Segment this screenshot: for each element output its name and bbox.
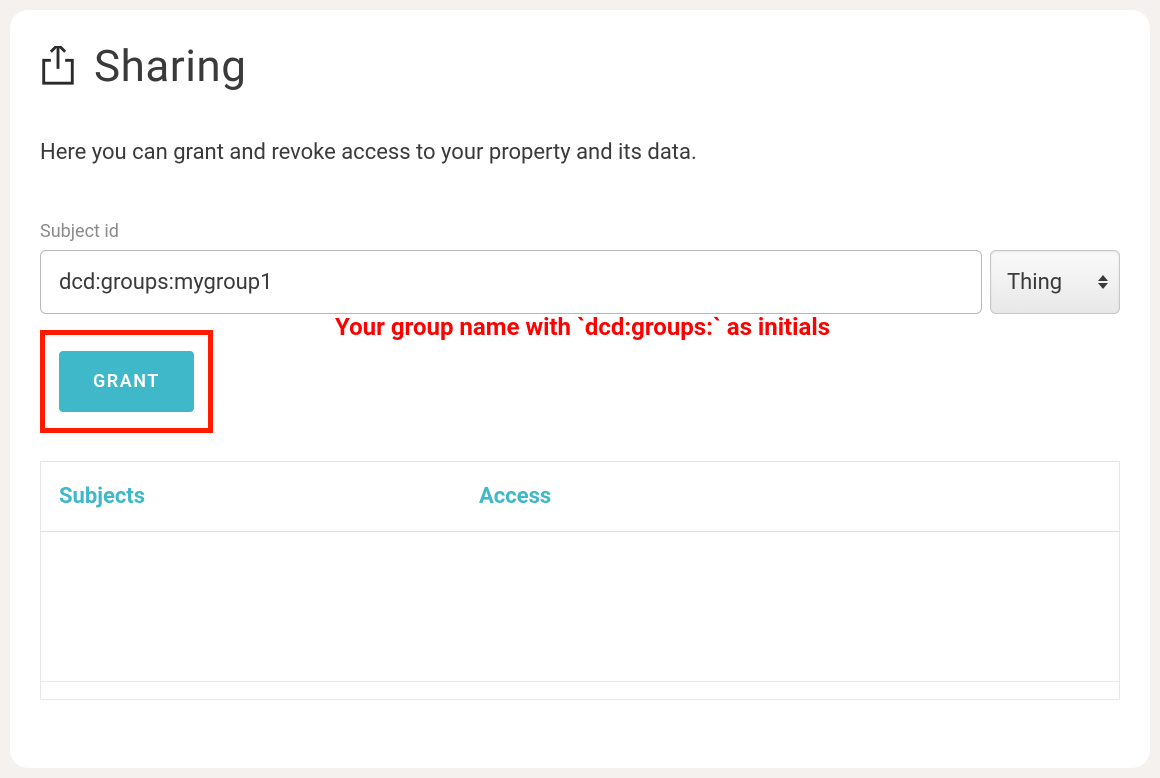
description-text: Here you can grant and revoke access to … <box>40 140 1120 165</box>
annotation-text: Your group name with `dcd:groups:` as in… <box>335 313 830 341</box>
page-title: Sharing <box>94 40 246 92</box>
table-body <box>41 532 1119 682</box>
column-header-access: Access <box>479 484 551 509</box>
sharing-card: Sharing Here you can grant and revoke ac… <box>10 10 1150 768</box>
share-icon <box>40 46 76 86</box>
type-select[interactable]: Thing <box>990 250 1120 314</box>
subject-id-label: Subject id <box>40 221 1120 242</box>
column-header-subjects: Subjects <box>59 484 479 509</box>
type-select-wrap: Thing <box>990 250 1120 314</box>
header: Sharing <box>40 40 1120 92</box>
grant-button[interactable]: GRANT <box>59 351 194 412</box>
table-footer <box>41 682 1119 700</box>
table-header: Subjects Access <box>41 462 1119 532</box>
access-table: Subjects Access <box>40 461 1120 700</box>
input-row: Thing <box>40 250 1120 314</box>
subject-id-input[interactable] <box>40 250 982 314</box>
grant-highlight-box: GRANT <box>40 330 213 433</box>
